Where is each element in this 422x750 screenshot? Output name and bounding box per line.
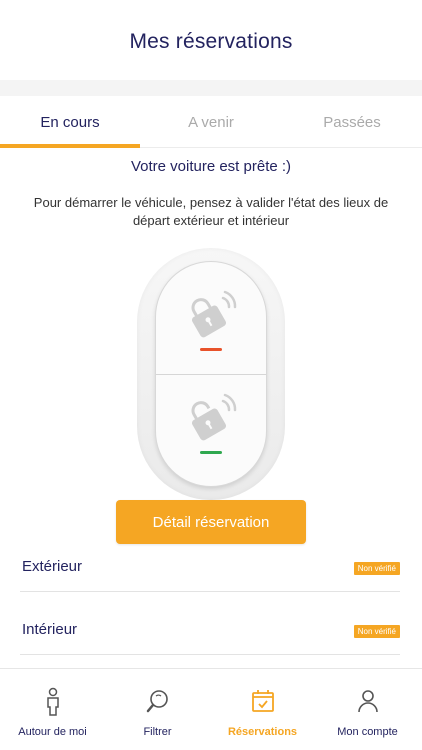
tabbar-reservations[interactable]: Réservations [210,669,315,750]
page-title: Mes réservations [129,30,293,53]
bottom-tab-bar: Autour de moi Filtrer Réservations Mon c… [0,668,422,750]
header-separator [0,80,422,96]
inspection-row-interieur[interactable]: Intérieur Non vérifié [20,611,400,655]
tabbar-label: Autour de moi [18,726,87,738]
tabbar-label: Réservations [227,726,298,738]
lock-icon [191,290,237,338]
remote-key [155,261,267,487]
tabbar-label: Mon compte [337,726,398,738]
tabbar-filtrer[interactable]: Filtrer [105,669,210,750]
unlock-button[interactable] [156,374,266,486]
reservation-content: Votre voiture est prête :) Pour démarrer… [0,148,422,668]
status-badge: Non vérifié [353,625,400,638]
tabbar-label: Filtrer [143,726,172,738]
unlock-indicator [200,451,222,454]
unlock-icon [191,393,237,441]
inspection-label: Extérieur [22,558,83,575]
header: Mes réservations [0,0,422,80]
account-icon [357,690,378,713]
lock-indicator [200,348,222,351]
person-icon [46,687,59,716]
lock-button[interactable] [156,262,266,374]
inspection-label: Intérieur [22,621,78,638]
instructions-text: Pour démarrer le véhicule, pensez à vali… [33,195,389,228]
inspection-row-exterieur[interactable]: Extérieur Non vérifié [20,548,400,592]
reservation-tabs: En cours A venir Passées [0,96,422,148]
tab-en-cours[interactable]: En cours [0,96,140,148]
tabbar-autour-de-moi[interactable]: Autour de moi [0,669,105,750]
tab-passees[interactable]: Passées [282,96,422,148]
calendar-icon [251,690,274,712]
ready-message: Votre voiture est prête :) [130,158,292,175]
tabbar-mon-compte[interactable]: Mon compte [315,669,420,750]
tab-a-venir[interactable]: A venir [141,96,281,148]
detail-reservation-button[interactable]: Détail réservation [116,500,306,544]
search-icon [146,690,168,713]
status-badge: Non vérifié [353,562,400,575]
